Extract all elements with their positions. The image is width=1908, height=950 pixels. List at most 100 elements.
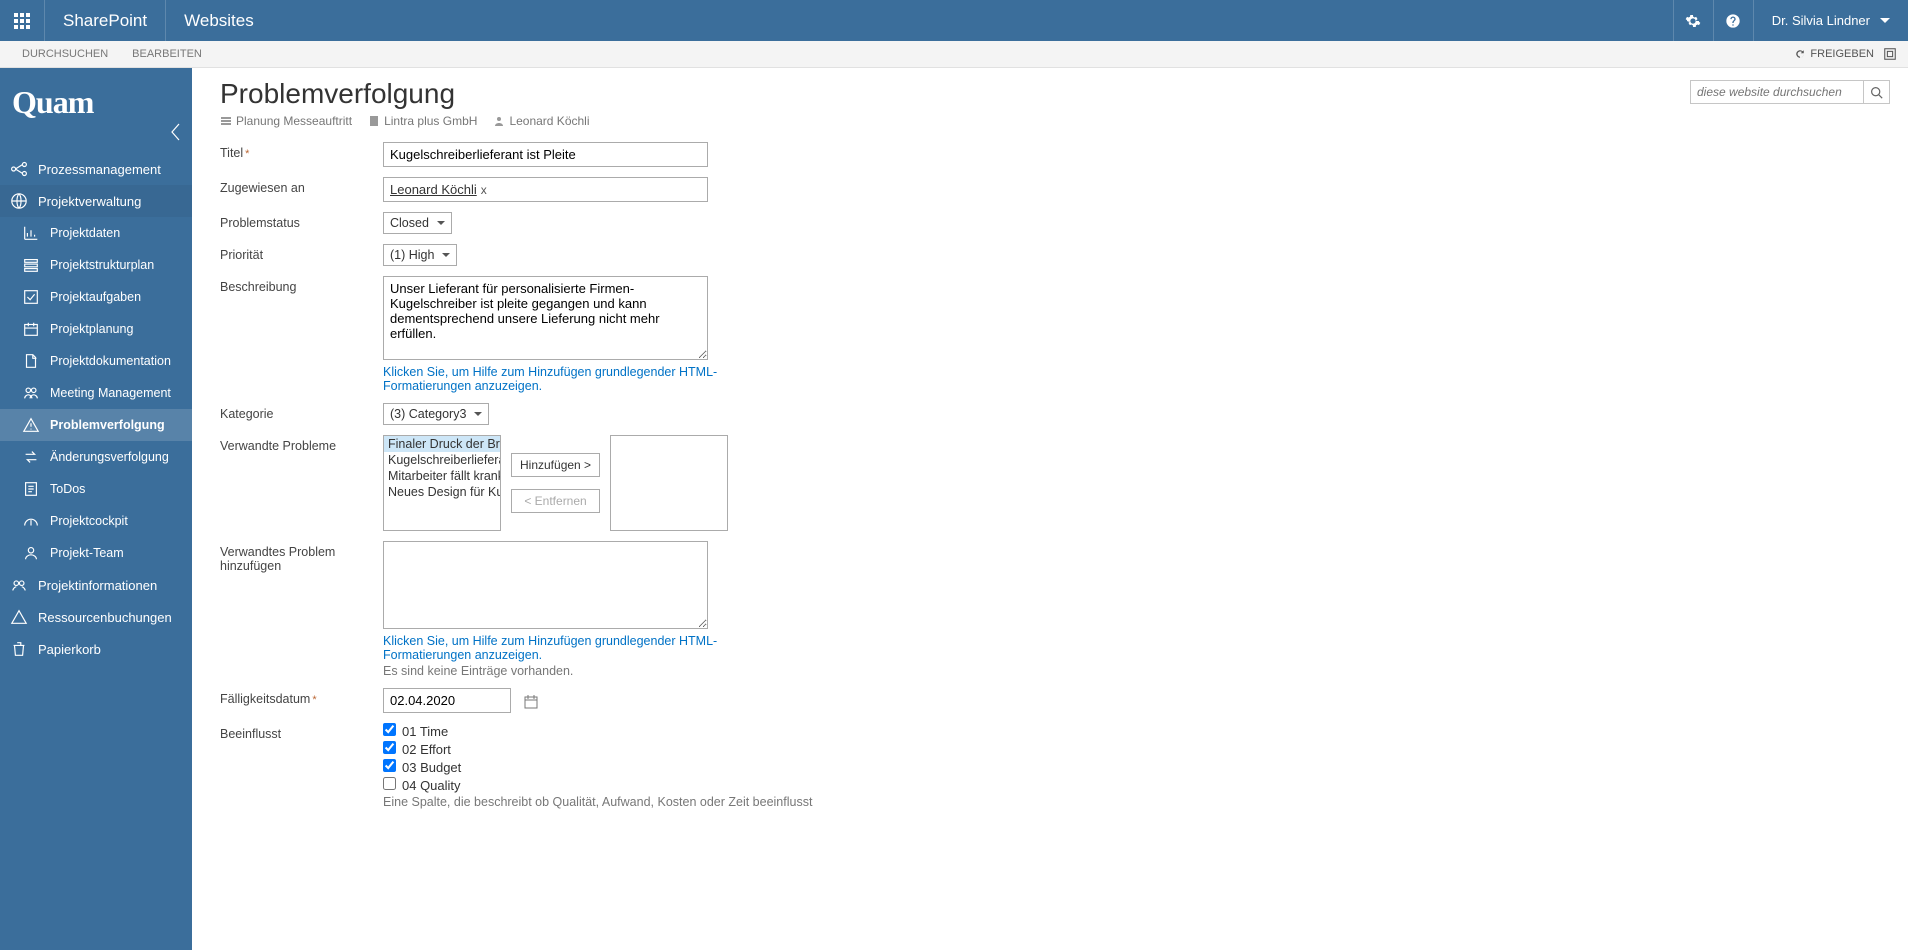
- ribbon-tab-edit[interactable]: BEARBEITEN: [120, 41, 214, 68]
- select-prio[interactable]: (1) High: [383, 244, 457, 266]
- people-chip[interactable]: Leonard Köchli: [390, 182, 477, 197]
- nav-projektinformationen[interactable]: Projektinformationen: [0, 569, 192, 601]
- help-button[interactable]: [1713, 0, 1753, 41]
- sidebar: Quam Prozessmanagement Projektverwaltung…: [0, 68, 192, 950]
- list-option[interactable]: Kugelschreiberlieferant: [384, 452, 500, 468]
- list-transfer-buttons: Hinzufügen > < Entfernen: [511, 435, 600, 513]
- building-icon: [368, 115, 380, 127]
- nav-papierkorb[interactable]: Papierkorb: [0, 633, 192, 665]
- user-menu[interactable]: Dr. Silvia Lindner: [1753, 0, 1908, 41]
- chevron-left-icon: [168, 122, 182, 142]
- section-name[interactable]: Websites: [165, 0, 272, 41]
- help-link-verwandtes[interactable]: Klicken Sie, um Hilfe zum Hinzufügen gru…: [383, 634, 723, 662]
- crumb-list[interactable]: Planung Messeauftritt: [220, 114, 352, 128]
- crumb-label: Leonard Köchli: [509, 114, 589, 128]
- label-beeinflusst: Beeinflusst: [220, 723, 383, 741]
- listbox-selected[interactable]: [610, 435, 728, 531]
- label-beschreibung: Beschreibung: [220, 276, 383, 294]
- nav-projektdokumentation[interactable]: Projektdokumentation: [0, 345, 192, 377]
- nav-prozessmanagement[interactable]: Prozessmanagement: [0, 153, 192, 185]
- chk-quality[interactable]: 04 Quality: [383, 777, 1120, 793]
- label-verwandtes-add: Verwandtes Problem hinzufügen: [220, 541, 383, 573]
- add-button[interactable]: Hinzufügen >: [511, 453, 600, 477]
- dual-listbox: Finaler Druck der Broschüren Kugelschrei…: [383, 435, 1120, 531]
- label-status: Problemstatus: [220, 212, 383, 230]
- nav-label: Änderungsverfolgung: [50, 450, 169, 464]
- beeinflusst-note: Eine Spalte, die beschreibt ob Qualität,…: [383, 795, 1120, 809]
- site-search: [1690, 80, 1890, 104]
- nav-label: Ressourcenbuchungen: [38, 610, 172, 625]
- nav-projektdaten[interactable]: Projektdaten: [0, 217, 192, 249]
- list-option[interactable]: Neues Design für Kugelschreiber: [384, 484, 500, 500]
- input-titel[interactable]: [383, 142, 708, 167]
- focus-button[interactable]: [1880, 44, 1900, 64]
- user-name: Dr. Silvia Lindner: [1772, 13, 1870, 28]
- waffle-icon: [14, 13, 30, 29]
- settings-button[interactable]: [1673, 0, 1713, 41]
- select-status[interactable]: Closed: [383, 212, 452, 234]
- nav-projektcockpit[interactable]: Projektcockpit: [0, 505, 192, 537]
- nav-meeting-management[interactable]: Meeting Management: [0, 377, 192, 409]
- no-entries-note: Es sind keine Einträge vorhanden.: [383, 664, 1120, 678]
- people-picker[interactable]: Leonard Köchli x: [383, 177, 708, 202]
- nav-ressourcenbuchungen[interactable]: Ressourcenbuchungen: [0, 601, 192, 633]
- search-input[interactable]: [1691, 85, 1863, 99]
- crumb-label: Lintra plus GmbH: [384, 114, 477, 128]
- crumb-person[interactable]: Leonard Köchli: [493, 114, 589, 128]
- team-icon: [22, 544, 40, 562]
- datepicker-button[interactable]: [521, 692, 541, 712]
- remove-button[interactable]: < Entfernen: [511, 489, 600, 513]
- ribbon: DURCHSUCHEN BEARBEITEN FREIGEBEN: [0, 41, 1908, 68]
- crumb-label: Planung Messeauftritt: [236, 114, 352, 128]
- share-label: FREIGEBEN: [1810, 48, 1874, 60]
- suite-bar-left: SharePoint Websites: [0, 0, 272, 41]
- chk-budget[interactable]: 03 Budget: [383, 759, 1120, 775]
- label-verwandte: Verwandte Probleme: [220, 435, 383, 453]
- nav-label: Projektcockpit: [50, 514, 128, 528]
- document-icon: [22, 352, 40, 370]
- product-name[interactable]: SharePoint: [45, 0, 165, 41]
- chk-time[interactable]: 01 Time: [383, 723, 1120, 739]
- app-launcher-button[interactable]: [0, 0, 45, 41]
- info-icon: [10, 576, 28, 594]
- nav-problemverfolgung[interactable]: Problemverfolgung: [0, 409, 192, 441]
- label-prio: Priorität: [220, 244, 383, 262]
- listbox-available[interactable]: Finaler Druck der Broschüren Kugelschrei…: [383, 435, 501, 531]
- nav-todos[interactable]: ToDos: [0, 473, 192, 505]
- list-option[interactable]: Finaler Druck der Broschüren: [384, 436, 500, 452]
- crumb-company[interactable]: Lintra plus GmbH: [368, 114, 477, 128]
- nav-label: Papierkorb: [38, 642, 101, 657]
- input-faellig[interactable]: [383, 688, 511, 713]
- nav-projektverwaltung[interactable]: Projektverwaltung: [0, 185, 192, 217]
- change-icon: [22, 448, 40, 466]
- help-link-beschreibung[interactable]: Klicken Sie, um Hilfe zum Hinzufügen gru…: [383, 365, 723, 393]
- nav-label: Projektstrukturplan: [50, 258, 154, 272]
- search-button[interactable]: [1863, 81, 1889, 103]
- nav: Prozessmanagement Projektverwaltung Proj…: [0, 153, 192, 665]
- logo: Quam: [0, 68, 192, 129]
- label-titel: Titel*: [220, 142, 383, 160]
- nav-projektstrukturplan[interactable]: Projektstrukturplan: [0, 249, 192, 281]
- nav-label: Meeting Management: [50, 386, 171, 400]
- chk-effort[interactable]: 02 Effort: [383, 741, 1120, 757]
- people-chip-remove[interactable]: x: [481, 183, 487, 197]
- textarea-beschreibung[interactable]: [383, 276, 708, 360]
- checkbox-group-beeinflusst: 01 Time 02 Effort 03 Budget 04 Quality E…: [383, 723, 1120, 809]
- select-kategorie[interactable]: (3) Category3: [383, 403, 489, 425]
- todo-icon: [22, 480, 40, 498]
- textarea-verwandtes[interactable]: [383, 541, 708, 629]
- nav-projektaufgaben[interactable]: Projektaufgaben: [0, 281, 192, 313]
- resource-icon: [10, 608, 28, 626]
- nav-aenderungsverfolgung[interactable]: Änderungsverfolgung: [0, 441, 192, 473]
- ribbon-tab-browse[interactable]: DURCHSUCHEN: [10, 41, 120, 68]
- share-button[interactable]: FREIGEBEN: [1794, 48, 1874, 60]
- ribbon-tabs: DURCHSUCHEN BEARBEITEN: [0, 41, 214, 68]
- nav-projektplanung[interactable]: Projektplanung: [0, 313, 192, 345]
- label-kategorie: Kategorie: [220, 403, 383, 421]
- nav-projekt-team[interactable]: Projekt-Team: [0, 537, 192, 569]
- sidebar-collapse-button[interactable]: [168, 122, 182, 145]
- chart-icon: [22, 224, 40, 242]
- globe-icon: [10, 192, 28, 210]
- nav-label: Projektdokumentation: [50, 354, 171, 368]
- list-option[interactable]: Mitarbeiter fällt krank: [384, 468, 500, 484]
